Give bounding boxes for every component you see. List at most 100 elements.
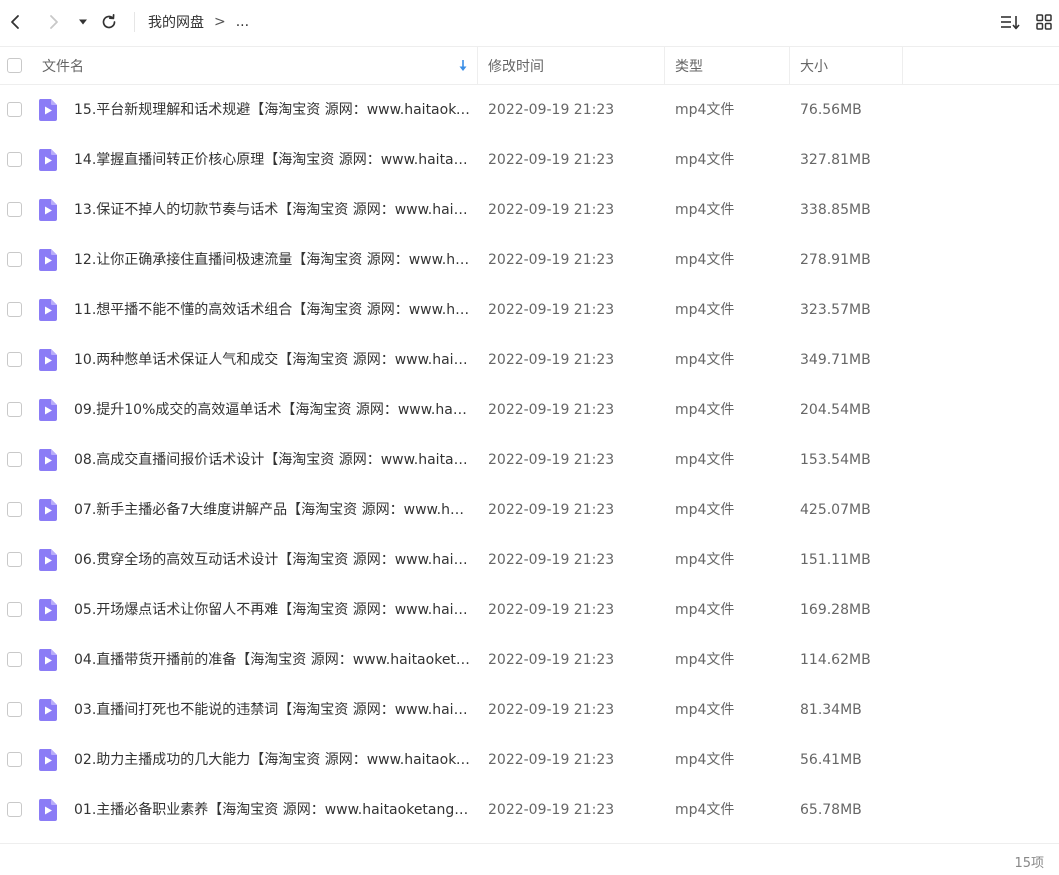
file-size: 327.81MB [800,152,871,168]
chevron-right-icon [50,15,58,29]
row-checkbox[interactable] [7,552,22,567]
file-row[interactable]: 13.保证不掉人的切款节奏与话术【海淘宝资 源网：www.haitaoketan… [0,185,1059,235]
row-checkbox[interactable] [7,602,22,617]
file-name[interactable]: 07.新手主播必备7大维度讲解产品【海淘宝资 源网：www.haitaoketa… [74,485,470,535]
file-type: mp4文件 [675,352,735,368]
row-checkbox[interactable] [7,152,22,167]
file-row[interactable]: 05.开场爆点话术让你留人不再难【海淘宝资 源网：www.haitaoketan… [0,585,1059,635]
file-mtime: 2022-09-19 21:23 [488,102,615,118]
video-file-icon [38,649,57,671]
file-row[interactable]: 02.助力主播成功的几大能力【海淘宝资 源网：www.haitaoketang.… [0,735,1059,785]
breadcrumb-separator: > [214,14,226,30]
chevron-left-icon [11,15,19,29]
file-row[interactable]: 01.主播必备职业素养【海淘宝资 源网：www.haitaoketang.com… [0,785,1059,835]
row-checkbox[interactable] [7,102,22,117]
video-file-icon [38,449,57,471]
file-type: mp4文件 [675,452,735,468]
row-checkbox[interactable] [7,802,22,817]
column-header-type[interactable]: 类型 [665,47,790,84]
breadcrumb-item-root[interactable]: 我的网盘 [148,12,204,32]
video-file-icon [38,549,57,571]
row-checkbox[interactable] [7,402,22,417]
video-file-icon [38,699,57,721]
video-file-icon [38,199,57,221]
forward-button[interactable] [40,9,66,35]
file-size: 151.11MB [800,552,871,568]
file-name[interactable]: 04.直播带货开播前的准备【海淘宝资 源网：www.haitaoketang.c… [74,635,470,685]
file-name[interactable]: 05.开场爆点话术让你留人不再难【海淘宝资 源网：www.haitaoketan… [74,585,470,635]
row-checkbox[interactable] [7,352,22,367]
file-mtime: 2022-09-19 21:23 [488,452,615,468]
row-checkbox[interactable] [7,252,22,267]
row-checkbox[interactable] [7,702,22,717]
file-row[interactable]: 10.两种憋单话术保证人气和成交【海淘宝资 源网：www.haitaoketan… [0,335,1059,385]
row-checkbox[interactable] [7,202,22,217]
file-mtime: 2022-09-19 21:23 [488,552,615,568]
file-size: 204.54MB [800,402,871,418]
sort-list-icon [1001,16,1020,30]
file-size: 349.71MB [800,352,871,368]
file-name[interactable]: 15.平台新规理解和话术规避【海淘宝资 源网：www.haitaoketang.… [74,85,470,135]
file-row[interactable]: 12.让你正确承接住直播间极速流量【海淘宝资 源网：www.haitaoketa… [0,235,1059,285]
video-file-icon [38,799,57,821]
grid-view-button[interactable] [1031,9,1057,35]
file-name[interactable]: 11.想平播不能不懂的高效话术组合【海淘宝资 源网：www.haitaoketa… [74,285,470,335]
back-button[interactable] [3,9,29,35]
file-mtime: 2022-09-19 21:23 [488,402,615,418]
file-row[interactable]: 09.提升10%成交的高效逼单话术【海淘宝资 源网：www.haitaoketa… [0,385,1059,435]
column-header-size[interactable]: 大小 [790,47,903,84]
file-row[interactable]: 06.贯穿全场的高效互动话术设计【海淘宝资 源网：www.haitaoketan… [0,535,1059,585]
column-header-mtime-label: 修改时间 [488,58,544,75]
file-name[interactable]: 13.保证不掉人的切款节奏与话术【海淘宝资 源网：www.haitaoketan… [74,185,470,235]
file-name[interactable]: 06.贯穿全场的高效互动话术设计【海淘宝资 源网：www.haitaoketan… [74,535,470,585]
video-file-icon [38,149,57,171]
file-row[interactable]: 08.高成交直播间报价话术设计【海淘宝资 源网：www.haitaoketang… [0,435,1059,485]
table-header: 文件名 修改时间 类型 大小 [0,46,1059,85]
file-name[interactable]: 10.两种憋单话术保证人气和成交【海淘宝资 源网：www.haitaoketan… [74,335,470,385]
breadcrumb: 我的网盘 > ... [148,0,249,44]
file-row[interactable]: 14.掌握直播间转正价核心原理【海淘宝资 源网：www.haitaoketang… [0,135,1059,185]
history-dropdown-button[interactable] [72,9,94,35]
file-name[interactable]: 01.主播必备职业素养【海淘宝资 源网：www.haitaoketang.com… [74,785,470,835]
video-file-icon [38,99,57,121]
caret-down-icon [79,19,87,25]
row-checkbox[interactable] [7,302,22,317]
file-size: 278.91MB [800,252,871,268]
file-type: mp4文件 [675,102,735,118]
file-mtime: 2022-09-19 21:23 [488,802,615,818]
file-size: 425.07MB [800,502,871,518]
file-name[interactable]: 02.助力主播成功的几大能力【海淘宝资 源网：www.haitaoketang.… [74,735,470,785]
toolbar: 我的网盘 > ... [0,0,1059,44]
row-checkbox[interactable] [7,652,22,667]
file-mtime: 2022-09-19 21:23 [488,702,615,718]
refresh-button[interactable] [96,9,122,35]
video-file-icon [38,399,57,421]
file-row[interactable]: 11.想平播不能不懂的高效话术组合【海淘宝资 源网：www.haitaoketa… [0,285,1059,335]
file-mtime: 2022-09-19 21:23 [488,202,615,218]
breadcrumb-item-collapsed[interactable]: ... [236,14,249,30]
file-type: mp4文件 [675,652,735,668]
video-file-icon [38,749,57,771]
file-row[interactable]: 03.直播间打死也不能说的违禁词【海淘宝资 源网：www.haitaoketan… [0,685,1059,735]
video-file-icon [38,349,57,371]
row-checkbox[interactable] [7,752,22,767]
file-size: 338.85MB [800,202,871,218]
file-name[interactable]: 08.高成交直播间报价话术设计【海淘宝资 源网：www.haitaoketang… [74,435,470,485]
file-size: 76.56MB [800,102,862,118]
file-row[interactable]: 15.平台新规理解和话术规避【海淘宝资 源网：www.haitaoketang.… [0,85,1059,135]
row-checkbox[interactable] [7,452,22,467]
file-type: mp4文件 [675,252,735,268]
sort-button[interactable] [997,9,1023,35]
file-name[interactable]: 09.提升10%成交的高效逼单话术【海淘宝资 源网：www.haitaoketa… [74,385,470,435]
file-type: mp4文件 [675,752,735,768]
column-header-name[interactable]: 文件名 [0,47,478,84]
column-header-mtime[interactable]: 修改时间 [478,47,665,84]
file-type: mp4文件 [675,152,735,168]
file-row[interactable]: 04.直播带货开播前的准备【海淘宝资 源网：www.haitaoketang.c… [0,635,1059,685]
file-name[interactable]: 14.掌握直播间转正价核心原理【海淘宝资 源网：www.haitaoketang… [74,135,470,185]
row-checkbox[interactable] [7,502,22,517]
file-name[interactable]: 12.让你正确承接住直播间极速流量【海淘宝资 源网：www.haitaoketa… [74,235,470,285]
file-name[interactable]: 03.直播间打死也不能说的违禁词【海淘宝资 源网：www.haitaoketan… [74,685,470,735]
file-row[interactable]: 07.新手主播必备7大维度讲解产品【海淘宝资 源网：www.haitaoketa… [0,485,1059,535]
video-file-icon [38,499,57,521]
